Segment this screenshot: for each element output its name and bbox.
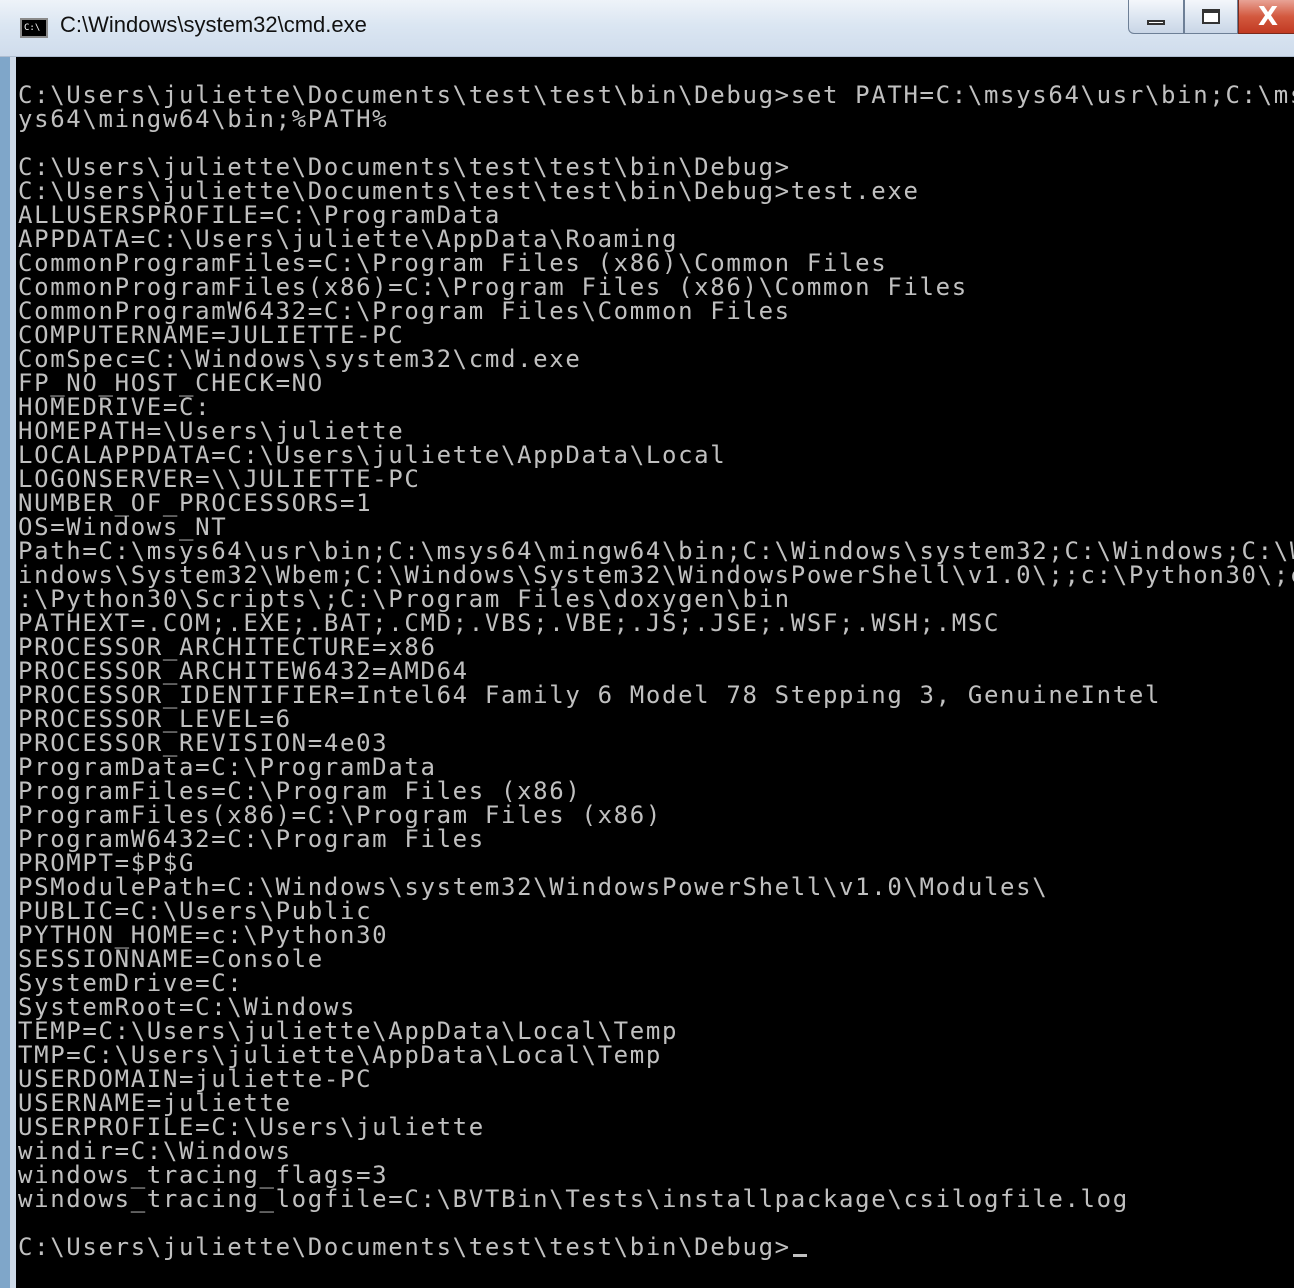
console-line: TMP=C:\Users\juliette\AppData\Local\Temp: [18, 1041, 662, 1069]
console-output[interactable]: C:\Users\juliette\Documents\test\test\bi…: [10, 57, 1294, 1288]
console-line: C:\Users\juliette\Documents\test\test\bi…: [18, 81, 1294, 109]
console-line: OS=Windows_NT: [18, 513, 228, 541]
console-line: windows_tracing_flags=3: [18, 1161, 389, 1189]
console-line: PYTHON_HOME=c:\Python30: [18, 921, 389, 949]
console-line: LOCALAPPDATA=C:\Users\juliette\AppData\L…: [18, 441, 727, 469]
window-title: C:\Windows\system32\cmd.exe: [60, 12, 367, 37]
console-line: ProgramFiles(x86)=C:\Program Files (x86): [18, 801, 662, 829]
console-line: FP_NO_HOST_CHECK=NO: [18, 369, 324, 397]
console-line: ALLUSERSPROFILE=C:\ProgramData: [18, 201, 501, 229]
console-line: SESSIONNAME=Console: [18, 945, 324, 973]
close-icon: X: [1257, 1, 1279, 32]
console-line: USERDOMAIN=juliette-PC: [18, 1065, 373, 1093]
console-line: CommonProgramFiles(x86)=C:\Program Files…: [18, 273, 968, 301]
maximize-icon: [1202, 9, 1220, 24]
close-button[interactable]: X: [1238, 0, 1294, 34]
console-line: PROCESSOR_IDENTIFIER=Intel64 Family 6 Mo…: [18, 681, 1162, 709]
console-line: PROMPT=$P$G: [18, 849, 196, 877]
console-line: :\Python30\Scripts\;C:\Program Files\dox…: [18, 585, 791, 613]
maximize-button[interactable]: [1184, 0, 1238, 34]
console-line: C:\Users\juliette\Documents\test\test\bi…: [18, 153, 791, 181]
console-line: ProgramData=C:\ProgramData: [18, 753, 437, 781]
console-line: USERNAME=juliette: [18, 1089, 292, 1117]
console-line: PROCESSOR_ARCHITECTURE=x86: [18, 633, 437, 661]
title-bar[interactable]: C:\Windows\system32\cmd.exe X: [0, 0, 1294, 57]
console-line: APPDATA=C:\Users\juliette\AppData\Roamin…: [18, 225, 679, 253]
prompt-text: C:\Users\juliette\Documents\test\test\bi…: [18, 1233, 791, 1261]
console-line: HOMEPATH=\Users\juliette: [18, 417, 405, 445]
console-line: TEMP=C:\Users\juliette\AppData\Local\Tem…: [18, 1017, 679, 1045]
console-line: ComSpec=C:\Windows\system32\cmd.exe: [18, 345, 582, 373]
console-line: windows_tracing_logfile=C:\BVTBin\Tests\…: [18, 1185, 1129, 1213]
console-line: COMPUTERNAME=JULIETTE-PC: [18, 321, 405, 349]
console-lines: C:\Users\juliette\Documents\test\test\bi…: [18, 83, 1294, 1259]
console-line: PATHEXT=.COM;.EXE;.BAT;.CMD;.VBS;.VBE;.J…: [18, 609, 1001, 637]
console-line: HOMEDRIVE=C:: [18, 393, 212, 421]
minimize-button[interactable]: [1128, 0, 1184, 34]
console-line: PROCESSOR_REVISION=4e03: [18, 729, 389, 757]
cmd-icon[interactable]: [20, 18, 48, 38]
console-line: USERPROFILE=C:\Users\juliette: [18, 1113, 485, 1141]
prompt-line[interactable]: C:\Users\juliette\Documents\test\test\bi…: [18, 1235, 1294, 1259]
console-line: CommonProgramW6432=C:\Program Files\Comm…: [18, 297, 791, 325]
console-line: LOGONSERVER=\\JULIETTE-PC: [18, 465, 421, 493]
console-line: CommonProgramFiles=C:\Program Files (x86…: [18, 249, 888, 277]
console-line: SystemRoot=C:\Windows: [18, 993, 357, 1021]
console-line: SystemDrive=C:: [18, 969, 244, 997]
minimize-icon: [1147, 20, 1165, 25]
console-line: ProgramW6432=C:\Program Files: [18, 825, 485, 853]
console-line: C:\Users\juliette\Documents\test\test\bi…: [18, 177, 920, 205]
console-line: indows\System32\Wbem;C:\Windows\System32…: [18, 561, 1294, 589]
console-line: PROCESSOR_ARCHITEW6432=AMD64: [18, 657, 469, 685]
console-line: Path=C:\msys64\usr\bin;C:\msys64\mingw64…: [18, 537, 1294, 565]
window-controls: X: [1128, 0, 1294, 36]
text-cursor: [792, 1254, 807, 1257]
console-line: ys64\mingw64\bin;%PATH%: [18, 105, 389, 133]
console-line: windir=C:\Windows: [18, 1137, 292, 1165]
console-line: PROCESSOR_LEVEL=6: [18, 705, 292, 733]
console-line: ProgramFiles=C:\Program Files (x86): [18, 777, 582, 805]
cmd-window: C:\Windows\system32\cmd.exe X C:\Users\j…: [0, 0, 1294, 1288]
console-line: NUMBER_OF_PROCESSORS=1: [18, 489, 373, 517]
console-line: PSModulePath=C:\Windows\system32\Windows…: [18, 873, 1049, 901]
console-line: PUBLIC=C:\Users\Public: [18, 897, 373, 925]
